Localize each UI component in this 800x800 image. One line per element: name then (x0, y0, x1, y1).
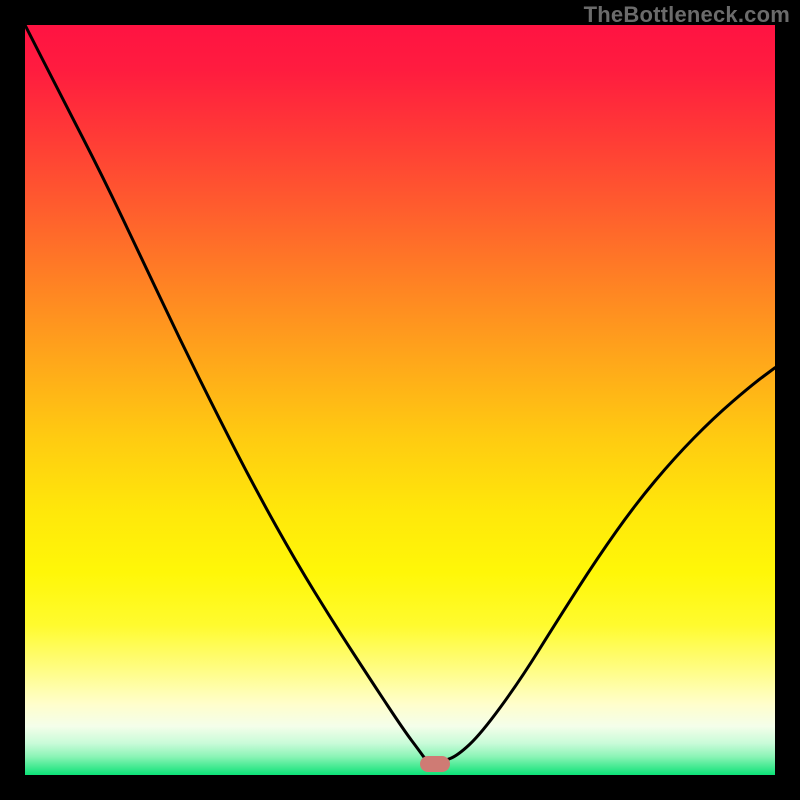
chart-frame: TheBottleneck.com (0, 0, 800, 800)
bottleneck-curve (25, 25, 775, 775)
watermark-text: TheBottleneck.com (584, 2, 790, 28)
optimum-marker (420, 756, 450, 773)
plot-area (25, 25, 775, 775)
